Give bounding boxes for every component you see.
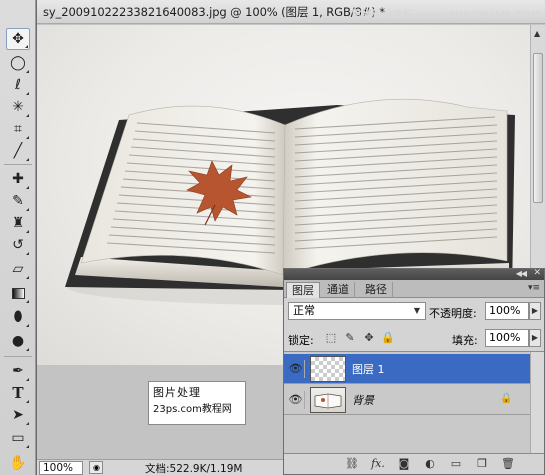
fill-slider-button[interactable]: ▶ (529, 329, 541, 347)
site-logo-box: 图片处理 23ps.com教程网 (148, 381, 246, 425)
path-selection-tool-button[interactable]: ➤ (6, 404, 30, 426)
layers-panel-footer: ⛓ fx. ◙ ◐ ▭ ❐ 🗑 (284, 453, 544, 474)
layer-thumbnail (310, 387, 346, 413)
link-layers-icon[interactable]: ⛓ (344, 457, 360, 471)
zoom-field[interactable]: 100% (39, 461, 83, 475)
move-tool-button[interactable]: ✥ (6, 28, 30, 50)
type-icon: T (12, 384, 24, 402)
status-menu-button[interactable]: ◉ (89, 461, 103, 474)
document-size-info: 文档:522.9K/1.19M (145, 463, 243, 475)
logo-text-line1: 图片处理 (153, 386, 201, 399)
lock-pixels-icon[interactable]: ✎ (343, 331, 357, 345)
magic-wand-icon: ✳ (12, 99, 24, 115)
collapse-icon[interactable]: ◀◀ (516, 269, 527, 278)
layer-list: 👁 图层 1 👁 背景 🔒 (284, 351, 544, 454)
arrow-icon: ➤ (12, 407, 24, 423)
tab-layers[interactable]: 图层 (286, 282, 320, 298)
gradient-icon (11, 287, 25, 299)
document-titlebar[interactable]: sy_20091022233821640083.jpg @ 100% (图层 1… (37, 0, 545, 24)
add-mask-icon[interactable]: ◙ (396, 457, 412, 471)
magic-wand-tool-button[interactable]: ✳ (6, 96, 30, 118)
hand-tool-button[interactable]: ✋ (6, 452, 30, 474)
eyedropper-icon: ╱ (13, 143, 23, 159)
gradient-tool-button[interactable] (6, 282, 30, 304)
chevron-icon: ◉ (93, 463, 100, 472)
new-group-icon[interactable]: ▭ (448, 457, 464, 471)
brush-tool-button[interactable]: ✎ (6, 190, 30, 212)
blur-tool-button[interactable]: ⬮ (6, 306, 30, 328)
panel-header[interactable]: ◀◀ ✕ (284, 268, 544, 280)
drop-icon: ⬮ (13, 309, 23, 325)
clone-stamp-tool-button[interactable]: ♜ (6, 212, 30, 234)
rectangle-icon: ▭ (11, 430, 25, 446)
new-layer-icon[interactable]: ❐ (474, 457, 490, 471)
trash-icon[interactable]: 🗑 (500, 457, 516, 471)
adjustment-layer-icon[interactable]: ◐ (422, 457, 438, 471)
pen-icon: ✒ (12, 363, 24, 379)
history-brush-tool-button[interactable]: ↺ (6, 234, 30, 256)
chevron-right-icon: ▶ (531, 306, 539, 315)
panel-menu-icon[interactable]: ▾≡ (528, 283, 540, 293)
toolbox: ✥ ◯ ℓ ✳ ⌗ ╱ ✚ ✎ ♜ ↺ ▱ ⬮ ● ✒ T ➤ ▭ ✋ (0, 0, 36, 475)
stamp-icon: ♜ (11, 215, 25, 231)
logo-text-line2: 23ps.com教程网 (153, 404, 232, 415)
lock-label: 锁定: (288, 334, 314, 347)
eraser-icon: ▱ (12, 261, 24, 277)
brush-icon: ✎ (12, 193, 24, 209)
dodge-icon: ● (11, 333, 25, 349)
healing-brush-tool-button[interactable]: ✚ (6, 168, 30, 190)
document-title: sy_20091022233821640083.jpg @ 100% (图层 1… (43, 5, 385, 19)
watermark-text: 思缘设计论坛 www.MISSYUAN.COM (351, 10, 541, 21)
fill-input[interactable]: 100% (485, 329, 529, 347)
scroll-up-icon[interactable]: ▲ (534, 29, 540, 38)
bandage-icon: ✚ (12, 171, 24, 187)
lock-transparency-icon[interactable]: ⬚ (324, 331, 338, 345)
visibility-eye-icon[interactable]: 👁 (287, 391, 305, 409)
opacity-input[interactable]: 100% (485, 302, 529, 320)
layer-row-background[interactable]: 👁 背景 🔒 (284, 385, 530, 415)
chevron-right-icon: ▶ (531, 333, 539, 342)
close-icon[interactable]: ✕ (533, 268, 541, 278)
shape-tool-button[interactable]: ▭ (6, 427, 30, 449)
layer-thumbnail (310, 356, 346, 382)
ellipse-marquee-icon: ◯ (10, 55, 26, 71)
opacity-slider-button[interactable]: ▶ (529, 302, 541, 320)
marquee-tool-button[interactable]: ◯ (6, 52, 30, 74)
hand-icon: ✋ (9, 455, 27, 471)
blend-mode-value: 正常 (293, 304, 315, 317)
eraser-tool-button[interactable]: ▱ (6, 258, 30, 280)
layer-list-scrollbar[interactable] (530, 352, 544, 454)
eyedropper-tool-button[interactable]: ╱ (6, 140, 30, 162)
lasso-icon: ℓ (15, 77, 21, 93)
lock-position-icon[interactable]: ✥ (362, 331, 376, 345)
dodge-tool-button[interactable]: ● (6, 330, 30, 352)
fill-label: 填充: (452, 334, 478, 347)
blend-mode-select[interactable]: 正常 ▼ (288, 302, 426, 320)
lock-all-icon[interactable]: 🔒 (381, 331, 395, 345)
crop-tool-button[interactable]: ⌗ (6, 118, 30, 140)
tab-paths[interactable]: 路径 (360, 282, 393, 298)
book-thumbnail-icon (314, 393, 342, 409)
tab-channels[interactable]: 通道 (322, 282, 355, 298)
layer-name: 背景 (352, 394, 374, 407)
fx-icon[interactable]: fx. (370, 457, 386, 471)
move-icon: ✥ (12, 31, 24, 47)
layer-name: 图层 1 (352, 363, 385, 376)
type-tool-button[interactable]: T (6, 382, 30, 404)
opacity-label: 不透明度: (429, 307, 477, 320)
scroll-thumb[interactable] (533, 53, 543, 203)
history-brush-icon: ↺ (12, 237, 24, 253)
pen-tool-button[interactable]: ✒ (6, 360, 30, 382)
layer-row-layer1[interactable]: 👁 图层 1 (284, 354, 530, 384)
visibility-eye-icon[interactable]: 👁 (287, 360, 305, 378)
panel-tabs: 图层 通道 路径 ▾≡ (284, 280, 544, 298)
lasso-tool-button[interactable]: ℓ (6, 74, 30, 96)
layers-panel: ◀◀ ✕ 图层 通道 路径 ▾≡ 正常 ▼ 不透明度: 100% ▶ 锁定: ⬚… (283, 268, 545, 475)
chevron-down-icon: ▼ (410, 304, 424, 318)
lock-icon: 🔒 (500, 393, 513, 404)
crop-icon: ⌗ (14, 121, 22, 137)
